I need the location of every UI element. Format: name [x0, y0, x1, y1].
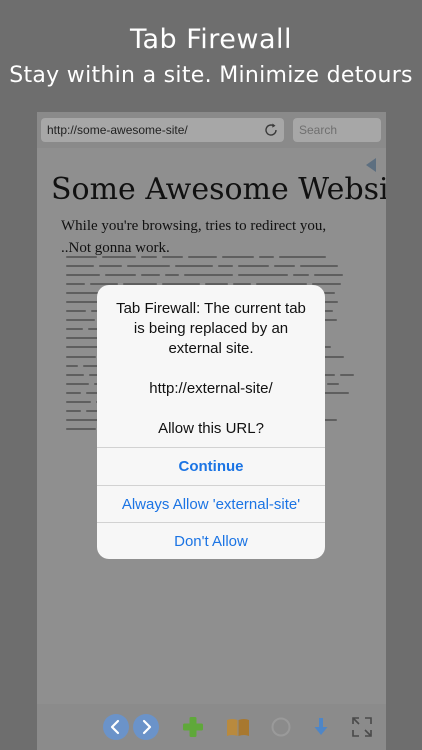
site-heading: Some Awesome Website	[51, 172, 386, 207]
placeholder-text-row	[66, 270, 358, 279]
placeholder-text-row	[66, 261, 358, 270]
alert-url: http://external-site/	[149, 380, 273, 397]
placeholder-text-row	[66, 252, 358, 261]
alert-message: Tab Firewall: The current tab is being r…	[107, 299, 315, 439]
dont-allow-button[interactable]: Don't Allow	[97, 523, 325, 559]
alert-spacer	[107, 359, 315, 379]
promo-title: Tab Firewall	[129, 24, 293, 55]
forward-icon[interactable]	[133, 714, 159, 740]
alert-line: external site.	[168, 340, 254, 357]
promo-subtitle: Stay within a site. Minimize detours	[9, 63, 413, 88]
always-allow-button[interactable]: Always Allow 'external-site'	[97, 486, 325, 523]
top-toolbar: http://some-awesome-site/ Search	[37, 112, 386, 148]
alert-question: Allow this URL?	[158, 420, 264, 437]
bottom-toolbar	[37, 704, 386, 750]
fullscreen-icon[interactable]	[349, 714, 375, 740]
stop-icon[interactable]	[268, 714, 294, 740]
site-text-line-1: While you're browsing, tries to redirect…	[61, 218, 327, 234]
sidebar-toggle-icon[interactable]	[366, 158, 376, 172]
url-text: http://some-awesome-site/	[47, 123, 188, 137]
alert-spacer	[107, 399, 315, 419]
back-icon[interactable]	[103, 714, 129, 740]
search-placeholder: Search	[299, 123, 338, 137]
url-field[interactable]: http://some-awesome-site/	[41, 118, 284, 142]
alert-line: Tab Firewall: The current tab	[116, 300, 306, 317]
add-icon[interactable]	[180, 714, 206, 740]
continue-button[interactable]: Continue	[97, 448, 325, 485]
alert-line: is being replaced by an	[133, 320, 289, 337]
download-icon[interactable]	[308, 714, 334, 740]
reload-icon[interactable]	[263, 122, 279, 138]
alert-dialog: Tab Firewall: The current tab is being r…	[97, 285, 325, 559]
search-input[interactable]: Search	[293, 118, 381, 142]
bookmarks-icon[interactable]	[225, 714, 251, 740]
